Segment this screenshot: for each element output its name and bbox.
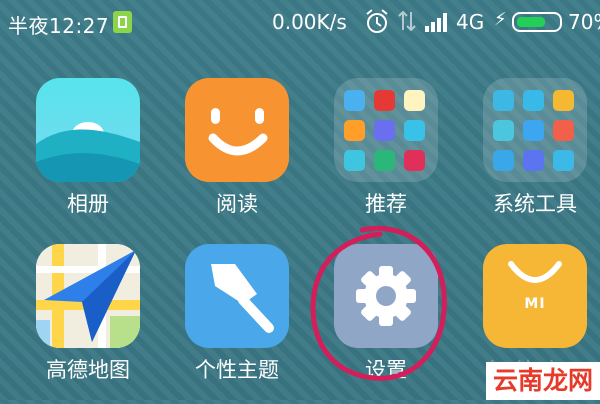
- mini-security-icon: [374, 150, 395, 171]
- app-theme[interactable]: 个性主题: [148, 244, 298, 404]
- mini-notes-icon: [404, 90, 425, 111]
- battery-percent: 70%: [568, 10, 600, 34]
- system-tools-folder-icon[interactable]: [483, 78, 587, 182]
- signal-strength-icon: [425, 13, 447, 32]
- alarm-clock-icon: [366, 9, 388, 33]
- mini-mail-icon: [493, 120, 514, 141]
- battery-icon: [512, 12, 562, 32]
- mini-contacts-icon: [493, 90, 514, 111]
- mini-app-icon: [493, 150, 514, 171]
- recommend-folder-icon[interactable]: [334, 78, 438, 182]
- mini-app-icon: [344, 90, 365, 111]
- app-label: 系统工具: [493, 192, 577, 216]
- mini-compass-icon: [523, 150, 544, 171]
- app-amap[interactable]: 高德地图: [0, 244, 149, 404]
- mini-clock-icon: [523, 120, 544, 141]
- amap-navigation-icon[interactable]: [36, 244, 140, 348]
- mini-recorder-icon: [553, 120, 574, 141]
- network-speed: 0.00K/s: [272, 10, 347, 34]
- theme-brush-icon[interactable]: [185, 244, 289, 348]
- mi-logo-text: MI: [524, 296, 546, 312]
- lightning-bolt-icon: ⚡: [494, 9, 507, 30]
- mi-store-bag-icon[interactable]: MI: [483, 244, 587, 348]
- mini-music-icon: [404, 150, 425, 171]
- status-bar: 半夜12:27 0.00K/s 4G ⚡ 70%: [0, 0, 600, 46]
- mini-app-icon: [344, 150, 365, 171]
- mini-star-icon: [374, 120, 395, 141]
- mini-calendar-icon: [404, 120, 425, 141]
- mini-wps-icon: [374, 90, 395, 111]
- mini-files-icon: [553, 90, 574, 111]
- gallery-icon[interactable]: [36, 78, 140, 182]
- reader-smile-icon[interactable]: [185, 78, 289, 182]
- network-type: 4G: [456, 10, 485, 34]
- app-recommend-folder[interactable]: 推荐: [297, 78, 447, 238]
- app-reader[interactable]: 阅读: [148, 78, 298, 238]
- app-system-tools-folder[interactable]: 系统工具: [446, 78, 596, 238]
- watermark-logo: 云南龙网: [486, 362, 600, 400]
- battery-fill: [517, 17, 545, 27]
- status-time: 半夜12:27: [8, 14, 110, 38]
- highlight-circle-annotation: [310, 225, 447, 381]
- mini-update-icon: [553, 150, 574, 171]
- notification-battery-icon: [113, 11, 132, 33]
- mini-app-icon: [344, 120, 365, 141]
- mini-calculator-icon: [523, 90, 544, 111]
- app-gallery[interactable]: 相册: [0, 78, 149, 238]
- data-transfer-icon: [398, 10, 416, 32]
